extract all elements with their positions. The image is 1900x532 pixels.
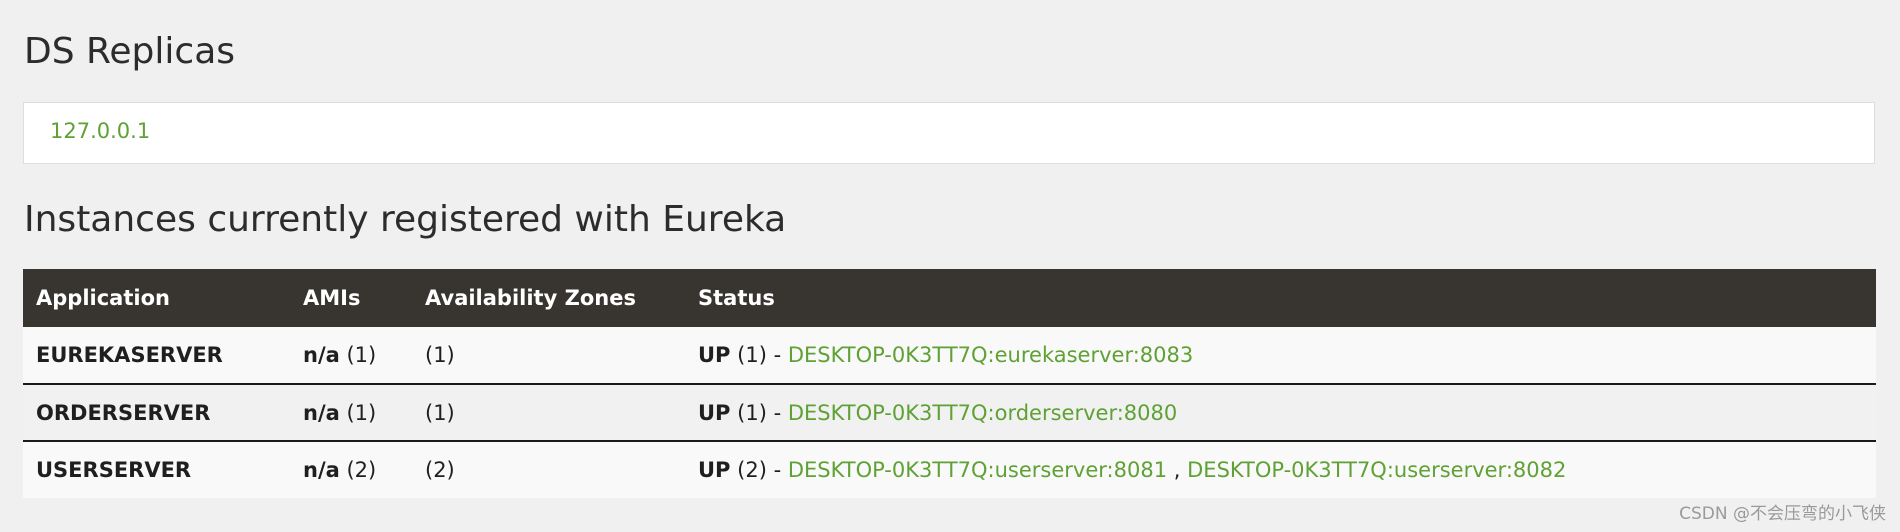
ds-replicas-title: DS Replicas <box>24 31 236 72</box>
ami-label: n/a <box>303 458 340 482</box>
zones-cell: (2) <box>412 440 685 498</box>
application-cell: ORDERSERVER <box>23 383 290 441</box>
ami-count: (1) <box>346 400 377 425</box>
table-row: USERSERVER n/a (2) (2) UP (2) - DESKTOP-… <box>23 440 1876 498</box>
replica-link[interactable]: 127.0.0.1 <box>50 119 150 143</box>
table-header-row: Application AMIs Availability Zones Stat… <box>23 269 1876 327</box>
instance-link[interactable]: DESKTOP-0K3TT7Q:userserver:8082 <box>1187 458 1566 482</box>
status-label: UP <box>698 343 731 367</box>
status-count: (1) - <box>737 400 782 425</box>
header-status: Status <box>698 286 775 310</box>
ami-label: n/a <box>303 400 340 425</box>
status-label: UP <box>698 400 731 425</box>
application-name: ORDERSERVER <box>36 400 211 425</box>
table-row: EUREKASERVER n/a (1) (1) UP (1) - DESKTO… <box>23 327 1876 384</box>
status-count: (2) - <box>737 458 782 482</box>
zones-cell: (1) <box>412 383 685 441</box>
application-name: EUREKASERVER <box>36 343 223 367</box>
ami-count: (1) <box>346 343 377 367</box>
application-name: USERSERVER <box>36 458 192 482</box>
table-row: ORDERSERVER n/a (1) (1) UP (1) - DESKTOP… <box>23 383 1876 441</box>
ami-label: n/a <box>303 343 340 367</box>
status-count: (1) - <box>737 343 782 367</box>
header-amis: AMIs <box>303 286 361 310</box>
instance-link[interactable]: DESKTOP-0K3TT7Q:eurekaserver:8083 <box>788 343 1193 367</box>
ds-replicas-list: 127.0.0.1 <box>23 102 1875 164</box>
application-cell: EUREKASERVER <box>23 327 290 384</box>
status-label: UP <box>698 458 731 482</box>
amis-cell: n/a (1) <box>290 327 412 384</box>
status-cell: UP (1) - DESKTOP-0K3TT7Q:orderserver:808… <box>685 383 1876 441</box>
eureka-dashboard-page: DS Replicas 127.0.0.1 Instances currentl… <box>0 0 1900 532</box>
header-application: Application <box>36 286 170 310</box>
link-separator: , <box>1173 458 1181 482</box>
instance-link[interactable]: DESKTOP-0K3TT7Q:userserver:8081 <box>788 458 1167 482</box>
watermark: CSDN @不会压弯的小飞侠 <box>1679 504 1886 524</box>
amis-cell: n/a (1) <box>290 383 412 441</box>
status-cell: UP (2) - DESKTOP-0K3TT7Q:userserver:8081… <box>685 440 1876 498</box>
status-cell: UP (1) - DESKTOP-0K3TT7Q:eurekaserver:80… <box>685 327 1876 384</box>
amis-cell: n/a (2) <box>290 440 412 498</box>
instance-link[interactable]: DESKTOP-0K3TT7Q:orderserver:8080 <box>788 401 1177 425</box>
instances-table: Application AMIs Availability Zones Stat… <box>23 269 1876 498</box>
zones-cell: (1) <box>425 343 455 367</box>
header-availability-zones: Availability Zones <box>425 286 636 310</box>
instances-title: Instances currently registered with Eure… <box>24 199 787 240</box>
ami-count: (2) <box>346 458 377 482</box>
application-cell: USERSERVER <box>23 440 290 498</box>
